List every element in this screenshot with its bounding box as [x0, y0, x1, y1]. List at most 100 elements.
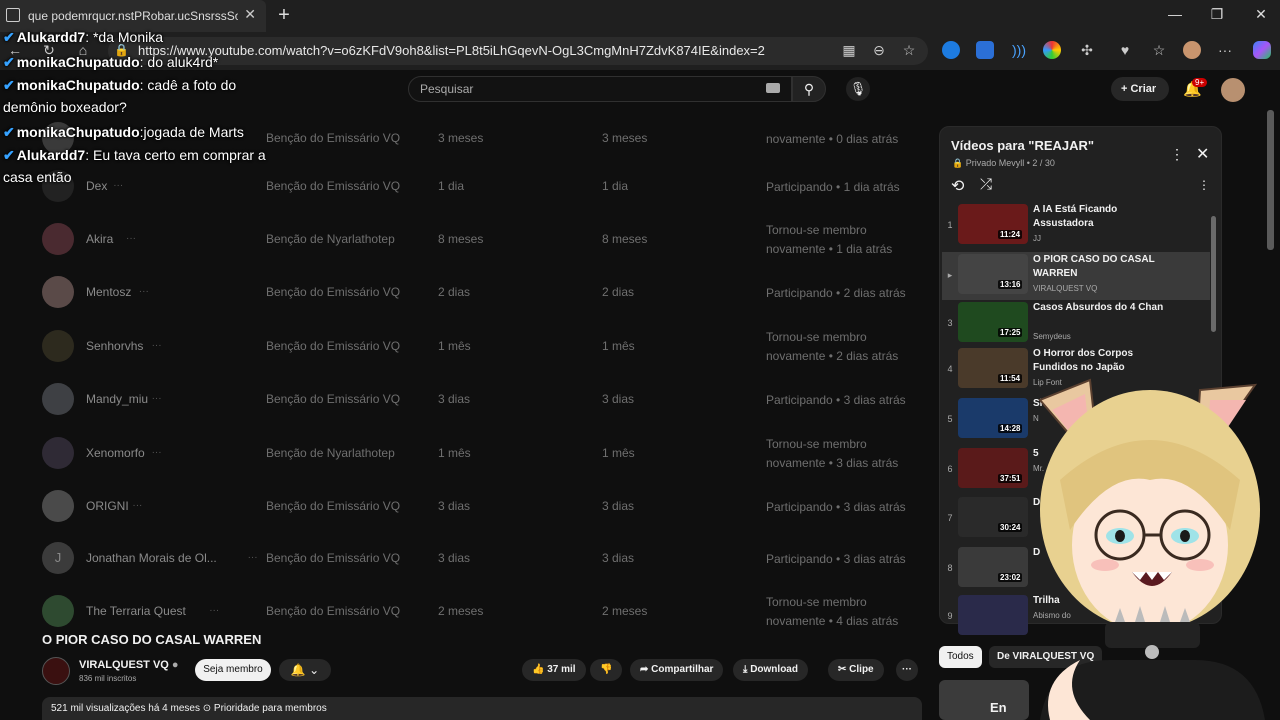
close-playlist-icon[interactable]: ✕ [1196, 144, 1209, 164]
extensions-puzzle-icon[interactable]: ✣ [1076, 42, 1098, 59]
member-row[interactable]: The Terraria Quest ··· Benção do Emissário… [40, 585, 920, 637]
chip-all[interactable]: Todos [939, 646, 982, 668]
playlist-duration: 13:16 [998, 280, 1023, 289]
extension-icon[interactable] [942, 41, 960, 59]
verified-icon: ● [171, 659, 179, 671]
create-button[interactable]: + Criar [1111, 77, 1169, 101]
member-row[interactable]: Mandy_miu ··· Benção do Emissário VQ 3 dias… [40, 373, 920, 425]
member-name[interactable]: Mandy_miu [86, 392, 148, 406]
member-row[interactable]: ORIGNI ··· Benção do Emissário VQ 3 dias 3 d… [40, 480, 920, 532]
chevron-down-icon: ⌄ [309, 663, 320, 677]
join-button[interactable]: Seja membro [195, 659, 271, 681]
member-more-icon[interactable]: ··· [139, 286, 149, 297]
playlist-item-title[interactable]: Casos Absurdos do 4 Chan [1033, 301, 1173, 315]
clip-label: Clipe [849, 664, 874, 675]
member-more-icon[interactable]: ··· [248, 552, 258, 563]
playlist-options-icon[interactable]: ⋮ [1198, 178, 1210, 192]
playlist-duration: 17:25 [998, 328, 1023, 337]
color-extension-icon[interactable] [1043, 41, 1061, 59]
thumbs-up-icon: 👍 [532, 664, 548, 675]
mic-button[interactable]: 🎙 [846, 77, 870, 101]
translate-icon[interactable] [976, 41, 994, 59]
member-tier: Benção do Emissário VQ [266, 131, 401, 145]
playlist-scrollbar[interactable] [1211, 216, 1216, 332]
member-more-icon[interactable]: ··· [152, 340, 162, 351]
playlist-item-number: 9 [947, 611, 953, 621]
member-tier-time: 2 meses [602, 604, 648, 618]
member-name[interactable]: ORIGNI [86, 499, 129, 513]
keyboard-icon[interactable] [766, 83, 780, 93]
member-total-time: 2 meses [438, 604, 484, 618]
tab-icon [6, 8, 20, 22]
playlist-menu-icon[interactable]: ⋮ [1170, 146, 1184, 163]
clip-button[interactable]: ✂ Clipe [828, 659, 884, 681]
member-tier-time: 3 dias [602, 499, 635, 513]
loop-icon[interactable]: ⟲ [951, 176, 964, 196]
search-button[interactable]: ⚲ [792, 76, 826, 102]
playlist-item[interactable]: 3 17:25 Casos Absurdos do 4 Chan Semydeus [942, 300, 1210, 348]
more-actions-button[interactable]: ··· [896, 659, 918, 681]
member-name[interactable]: Senhorvhs [86, 339, 143, 353]
recommended-title[interactable]: En [990, 700, 1007, 715]
chat-username: monikaChupatudo [16, 54, 140, 70]
member-row[interactable]: Xenomorfo ··· Benção de Nyarlathotep 1 mês 1… [40, 427, 920, 479]
member-name[interactable]: Mentosz [86, 285, 131, 299]
member-total-time: 8 meses [438, 232, 484, 246]
search-placeholder: Pesquisar [420, 82, 474, 96]
member-more-icon[interactable]: ··· [209, 605, 219, 616]
member-name[interactable]: The Terraria Quest [86, 604, 186, 618]
playlist-item-title[interactable]: O PIOR CASO DO CASAL WARREN [1033, 253, 1173, 281]
profile-avatar[interactable] [1183, 41, 1201, 59]
more-icon[interactable]: ··· [1214, 42, 1236, 58]
close-window-button[interactable]: ✕ [1246, 6, 1276, 23]
description-box[interactable]: 521 mil visualizações há 4 meses ⊙ Prior… [42, 697, 922, 720]
channel-name[interactable]: VIRALQUEST VQ ● [79, 659, 179, 671]
member-more-icon[interactable]: ··· [132, 500, 142, 511]
subscribe-bell-button[interactable]: 🔔 ⌄ [279, 659, 331, 681]
playlist-thumbnail[interactable] [958, 595, 1028, 635]
member-more-icon[interactable]: ··· [152, 393, 162, 404]
member-row[interactable]: Senhorvhs ··· Benção do Emissário VQ 1 mês 1… [40, 320, 920, 372]
member-name[interactable]: Xenomorfo [86, 446, 145, 460]
member-more-icon[interactable]: ··· [126, 233, 136, 244]
member-row[interactable]: Mentosz ··· Benção do Emissário VQ 2 dias 2 … [40, 266, 920, 318]
playlist-item-number: 4 [947, 364, 953, 374]
read-aloud-icon[interactable]: ))) [1008, 42, 1030, 58]
url-text[interactable]: https://www.youtube.com/watch?v=o6zKFdV9… [138, 43, 765, 58]
notification-badge: 9+ [1192, 78, 1208, 87]
member-tier: Benção do Emissário VQ [266, 551, 401, 565]
new-tab-button[interactable]: + [272, 4, 296, 27]
member-row[interactable]: J Jonathan Morais de Ol... ··· Benção do Em… [40, 532, 920, 584]
favorite-star-icon[interactable]: ☆ [898, 42, 920, 59]
reader-icon[interactable]: ▦ [838, 42, 860, 59]
dislike-button[interactable]: 👎 [590, 659, 623, 681]
member-more-icon[interactable]: ··· [152, 447, 162, 458]
member-more-icon[interactable]: ··· [113, 180, 123, 191]
download-button[interactable]: ⤓ Download [733, 659, 808, 681]
minimize-button[interactable]: — [1160, 6, 1190, 22]
member-name[interactable]: Akira [86, 232, 113, 246]
channel-avatar[interactable] [42, 657, 70, 685]
member-status: novamente • 0 dias atrás [766, 132, 899, 146]
collections-icon[interactable]: ☆ [1148, 42, 1170, 59]
member-row[interactable]: Akira ··· Benção de Nyarlathotep 8 meses 8 m… [40, 213, 920, 265]
shuffle-icon[interactable]: ⤮ [980, 176, 992, 193]
copilot-icon[interactable] [1253, 41, 1271, 59]
zoom-icon[interactable]: ⊖ [868, 42, 890, 59]
recommended-thumbnail[interactable] [939, 680, 1029, 720]
close-tab-icon[interactable]: ✕ [244, 6, 256, 23]
member-name[interactable]: Dex [86, 179, 107, 193]
performance-icon[interactable]: ♥ [1114, 42, 1136, 58]
playlist-item-title[interactable]: A IA Está Ficando Assustadora [1033, 203, 1173, 231]
like-button[interactable]: 👍 37 mil [522, 659, 586, 681]
account-avatar[interactable] [1221, 78, 1245, 102]
playlist-item[interactable]: ▸ 13:16 O PIOR CASO DO CASAL WARREN VIRALQU… [942, 252, 1210, 300]
member-row[interactable]: Dex ··· Benção do Emissário VQ 1 dia 1 dia Pa… [40, 160, 920, 212]
create-label: Criar [1130, 83, 1157, 95]
maximize-button[interactable]: ❐ [1202, 6, 1232, 23]
member-name[interactable]: Jonathan Morais de Ol... [86, 551, 217, 565]
page-scrollbar[interactable] [1267, 110, 1274, 250]
share-button[interactable]: ➦ Compartilhar [630, 659, 724, 681]
checkmark-icon: ✔ [3, 147, 15, 163]
playlist-item[interactable]: 1 11:24 A IA Está Ficando Assustadora JJ [942, 202, 1210, 250]
